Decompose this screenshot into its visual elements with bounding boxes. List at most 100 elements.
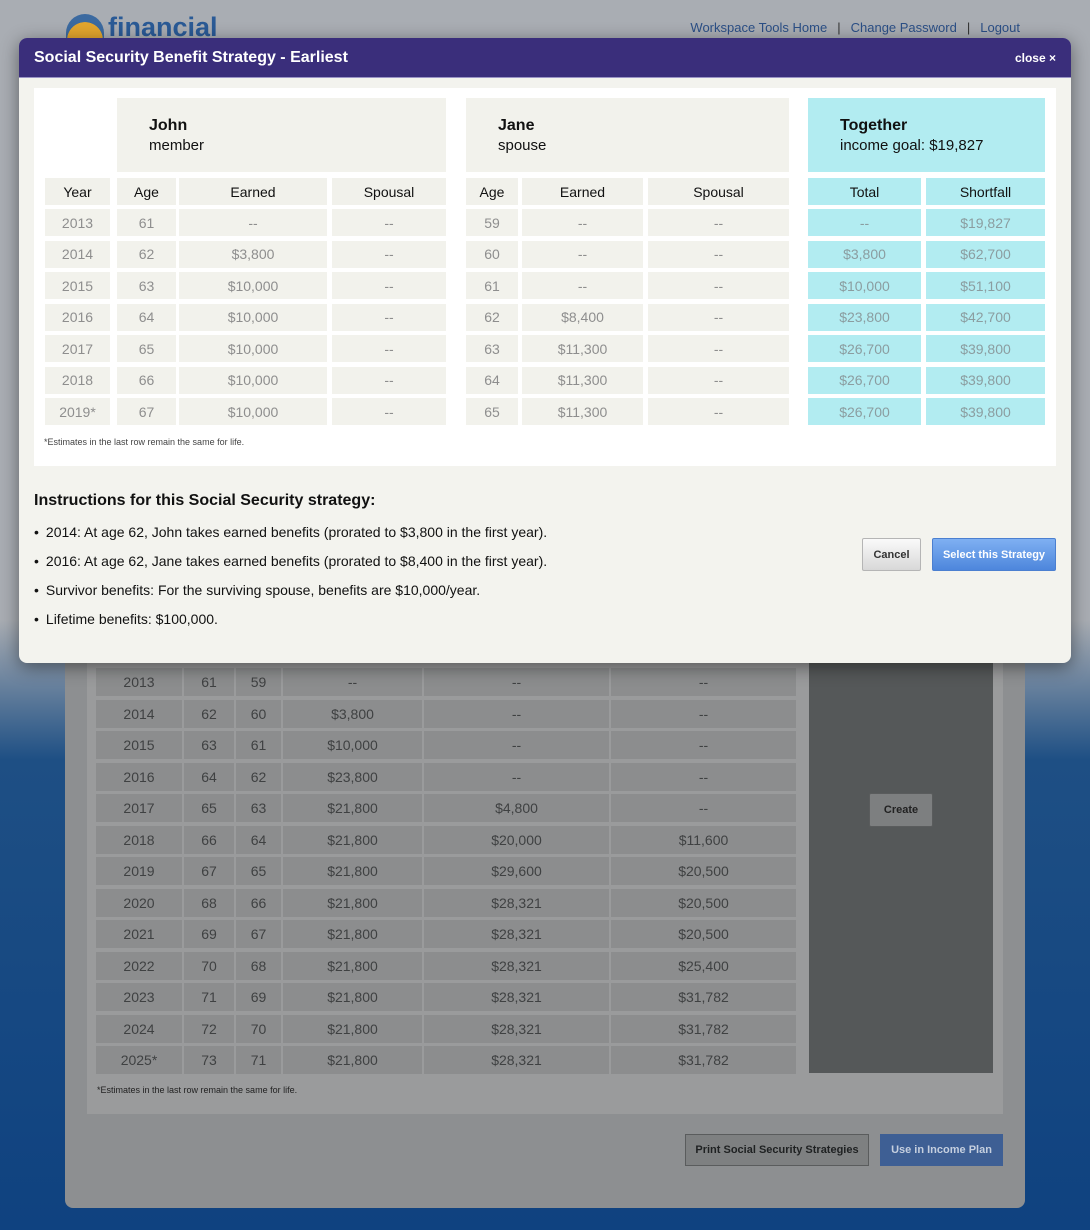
bg-cell-member-age: 61 [184, 668, 234, 696]
bg-cell-value-c: $20,500 [611, 857, 796, 885]
cell-jane-spousal: -- [648, 209, 789, 236]
bg-cell-spouse-age: 70 [236, 1014, 281, 1043]
bg-cell-value-a: -- [283, 668, 422, 696]
bg-cell-member-age: 62 [184, 699, 234, 728]
bg-cell-value-c: $25,400 [611, 951, 796, 980]
cell-john-spousal: -- [332, 398, 446, 425]
cell-shortfall: $19,827 [926, 209, 1045, 236]
cell-john-spousal: -- [332, 366, 446, 394]
bg-cell-value-b: -- [424, 731, 609, 759]
cell-jane-age: 65 [466, 398, 518, 425]
together-name: Together [840, 117, 908, 134]
bg-cell-year: 2014 [96, 699, 182, 728]
cell-john-earned: $10,000 [179, 398, 327, 425]
logout-link[interactable]: Logout [980, 20, 1020, 35]
cell-jane-earned: $8,400 [522, 303, 643, 331]
cell-john-earned: $10,000 [179, 335, 327, 362]
cell-john-age: 65 [117, 335, 176, 362]
workspace-tools-home-link[interactable]: Workspace Tools Home [690, 20, 827, 35]
cell-jane-age: 62 [466, 303, 518, 331]
bg-cell-value-c: $20,500 [611, 920, 796, 948]
cell-john-earned: $3,800 [179, 240, 327, 268]
cell-shortfall: $42,700 [926, 303, 1045, 331]
bg-cell-value-a: $21,800 [283, 1014, 422, 1043]
bg-cell-member-age: 69 [184, 920, 234, 948]
cell-total: $26,700 [808, 366, 921, 394]
cell-total: $26,700 [808, 398, 921, 425]
close-button[interactable]: close × [1015, 51, 1056, 65]
bg-cell-member-age: 71 [184, 983, 234, 1011]
brand-logo[interactable]: financial [66, 14, 218, 41]
bg-cell-value-c: $31,782 [611, 983, 796, 1011]
cell-year: 2014 [45, 240, 110, 268]
cancel-button[interactable]: Cancel [862, 538, 921, 571]
cell-john-earned: $10,000 [179, 272, 327, 299]
bg-cell-year: 2015 [96, 731, 182, 759]
bg-cell-value-c: -- [611, 762, 796, 791]
column-header-john-earned: Earned [179, 178, 327, 205]
cell-jane-earned: $11,300 [522, 366, 643, 394]
change-password-link[interactable]: Change Password [851, 20, 957, 35]
page-header: financial Workspace Tools Home | Change … [0, 0, 1090, 41]
bg-cell-member-age: 72 [184, 1014, 234, 1043]
background-table-row: 2023 71 69 $21,800 $28,321 $31,782 [96, 983, 798, 1015]
bg-cell-year: 2024 [96, 1014, 182, 1043]
bg-cell-spouse-age: 61 [236, 731, 281, 759]
bg-cell-year: 2013 [96, 668, 182, 696]
column-header-year: Year [45, 178, 110, 205]
modal-title: Social Security Benefit Strategy - Earli… [34, 48, 348, 66]
bg-cell-value-a: $3,800 [283, 699, 422, 728]
cell-shortfall: $39,800 [926, 398, 1045, 425]
background-table-row: 2024 72 70 $21,800 $28,321 $31,782 [96, 1014, 798, 1047]
cell-year: 2019* [45, 398, 110, 425]
background-table-row: 2021 69 67 $21,800 $28,321 $20,500 [96, 920, 798, 952]
bg-cell-year: 2016 [96, 762, 182, 791]
bg-cell-value-b: $28,321 [424, 1046, 609, 1074]
instructions-list: 2014: At age 62, John takes earned benef… [34, 522, 547, 638]
cell-total: $23,800 [808, 303, 921, 331]
background-create-panel [809, 660, 993, 1073]
background-table-row: 2022 70 68 $21,800 $28,321 $25,400 [96, 951, 798, 984]
bg-cell-value-c: -- [611, 731, 796, 759]
column-header-john-age: Age [117, 178, 176, 205]
bg-cell-member-age: 68 [184, 888, 234, 917]
nav-separator: | [966, 20, 971, 35]
bg-cell-value-a: $23,800 [283, 762, 422, 791]
cell-john-spousal: -- [332, 303, 446, 331]
bg-cell-value-c: $31,782 [611, 1046, 796, 1074]
bg-cell-spouse-age: 65 [236, 857, 281, 885]
jane-role: spouse [498, 137, 547, 154]
cell-jane-earned: -- [522, 240, 643, 268]
bg-cell-value-b: $28,321 [424, 951, 609, 980]
background-strategy-table: 2013 61 59 -- -- -- 2014 62 60 $3,800 -- -- 2015 63 61… [96, 668, 798, 1078]
select-strategy-button[interactable]: Select this Strategy [932, 538, 1056, 571]
cell-total: -- [808, 209, 921, 236]
instruction-item: Survivor benefits: For the surviving spo… [34, 580, 547, 609]
bg-cell-year: 2023 [96, 983, 182, 1011]
bg-cell-value-b: $28,321 [424, 983, 609, 1011]
cell-john-age: 64 [117, 303, 176, 331]
bg-cell-value-a: $21,800 [283, 951, 422, 980]
use-in-income-plan-button[interactable]: Use in Income Plan [880, 1134, 1003, 1166]
instruction-item: 2016: At age 62, Jane takes earned benef… [34, 551, 547, 580]
cell-jane-earned: -- [522, 209, 643, 236]
cell-john-age: 63 [117, 272, 176, 299]
bg-cell-spouse-age: 68 [236, 951, 281, 980]
create-button[interactable]: Create [869, 793, 933, 827]
cell-total: $3,800 [808, 240, 921, 268]
bg-cell-value-b: $4,800 [424, 794, 609, 822]
bg-cell-member-age: 64 [184, 762, 234, 791]
bg-cell-value-a: $21,800 [283, 983, 422, 1011]
cell-jane-spousal: -- [648, 303, 789, 331]
bg-cell-value-b: -- [424, 668, 609, 696]
sun-logo-icon [66, 14, 104, 40]
bg-cell-spouse-age: 60 [236, 699, 281, 728]
cell-jane-age: 63 [466, 335, 518, 362]
bg-cell-value-a: $21,800 [283, 825, 422, 854]
cell-jane-spousal: -- [648, 366, 789, 394]
background-table-row: 2017 65 63 $21,800 $4,800 -- [96, 794, 798, 826]
print-strategies-button[interactable]: Print Social Security Strategies [685, 1134, 869, 1166]
bg-cell-value-b: -- [424, 699, 609, 728]
cell-year: 2017 [45, 335, 110, 362]
cell-jane-spousal: -- [648, 240, 789, 268]
